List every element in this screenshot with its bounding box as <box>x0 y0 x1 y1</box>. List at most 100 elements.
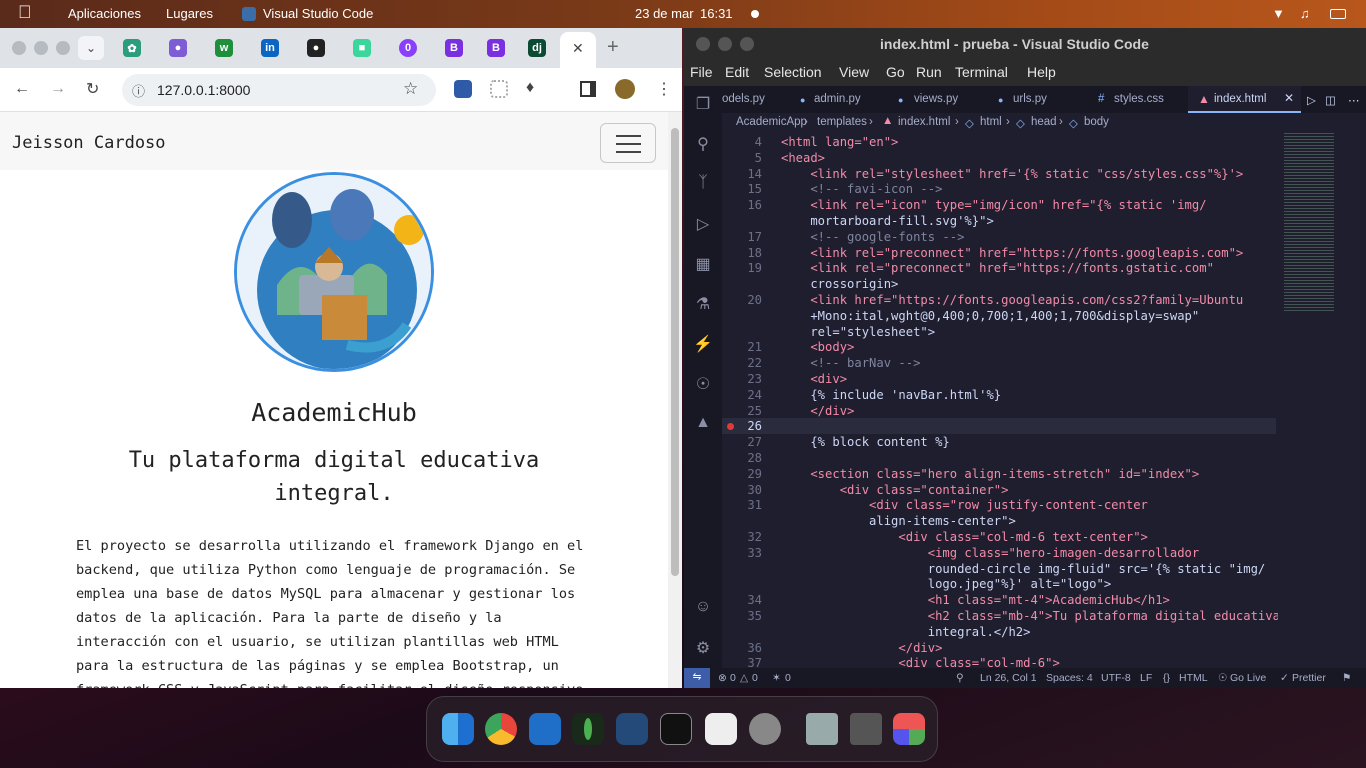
menu-view[interactable]: View <box>839 64 869 80</box>
close-tab-icon[interactable]: ✕ <box>572 40 584 57</box>
navbar-brand[interactable]: Jeisson Cardoso <box>12 133 166 153</box>
code-line[interactable]: <link href="https://fonts.googleapis.com… <box>781 293 1243 307</box>
language-mode[interactable]: HTML <box>1179 672 1208 684</box>
breadcrumb-file[interactable]: index.html <box>898 116 950 128</box>
tab-admin[interactable]: admin.py <box>814 86 861 113</box>
split-editor-icon[interactable]: ◫ <box>1325 86 1336 113</box>
menu-file[interactable]: File <box>690 64 713 80</box>
menu-go[interactable]: Go <box>886 64 905 80</box>
git-graph-icon[interactable]: ☉ <box>693 374 713 394</box>
code-line[interactable]: mortarboard-fill.svg'%}"> <box>781 214 993 228</box>
vscode-close-icon[interactable] <box>696 37 710 51</box>
code-line[interactable]: <html lang="en"> <box>781 135 898 149</box>
dock-mongodb-icon[interactable] <box>572 713 604 745</box>
more-actions-icon[interactable]: ⋯ <box>1348 86 1360 113</box>
tab-b-circle-icon[interactable]: 0 <box>399 39 417 57</box>
tab-bootstrap-icon-2[interactable]: B <box>487 39 505 57</box>
code-line[interactable]: <div class="container"> <box>781 483 1009 497</box>
extensions-puzzle-icon[interactable]: ♦ <box>526 79 534 97</box>
applications-menu[interactable]: Aplicaciones <box>68 6 141 21</box>
go-live-button[interactable]: Go Live <box>1230 672 1266 684</box>
code-line[interactable]: rel="stylesheet"> <box>781 325 935 339</box>
tab-github-icon[interactable]: ● <box>307 39 325 57</box>
apple-icon[interactable]:  <box>18 2 32 23</box>
dock-vscode-icon[interactable] <box>529 713 561 745</box>
more-menu-icon[interactable]: ⋮ <box>656 79 672 99</box>
code-line[interactable]: <div class="col-md-6 text-center"> <box>781 530 1147 544</box>
extensions-icon[interactable]: ▦ <box>693 254 713 274</box>
window-maximize-icon[interactable] <box>56 41 70 55</box>
window-close-icon[interactable] <box>12 41 26 55</box>
extension-2-icon[interactable] <box>490 80 508 98</box>
window-minimize-icon[interactable] <box>34 41 48 55</box>
code-line[interactable]: integral.</h2> <box>781 625 1031 639</box>
thunder-client-icon[interactable]: ⚡ <box>693 334 713 354</box>
notifications-bell-icon[interactable]: ⚑ <box>1342 672 1351 684</box>
run-debug-icon[interactable]: ▷ <box>693 214 713 234</box>
explorer-icon[interactable]: ❐ <box>693 94 713 114</box>
menu-run[interactable]: Run <box>916 64 942 80</box>
code-line[interactable]: {% include 'navBar.html'%} <box>781 388 1001 402</box>
dock-text-editor-icon[interactable] <box>705 713 737 745</box>
ports-icon[interactable]: ✶ <box>772 672 781 684</box>
code-line[interactable]: <h1 class="mt-4">AcademicHub</h1> <box>781 593 1170 607</box>
code-editor[interactable]: 4 <html lang="en"> 5 <head> 14 <link rel="st… <box>722 133 1280 670</box>
tab-app-icon[interactable]: ■ <box>353 39 371 57</box>
navbar-toggler-button[interactable] <box>600 123 656 163</box>
side-panel-icon[interactable] <box>580 81 596 97</box>
forward-icon[interactable]: → <box>50 80 66 98</box>
tab-models[interactable]: odels.py <box>722 86 765 113</box>
vscode-maximize-icon[interactable] <box>740 37 754 51</box>
menu-terminal[interactable]: Terminal <box>955 64 1008 80</box>
breadcrumb-html[interactable]: html <box>980 116 1002 128</box>
volume-icon[interactable]: ♫ <box>1300 6 1310 21</box>
code-line[interactable]: </div> <box>781 404 854 418</box>
tab-active[interactable]: ✕ <box>560 32 596 68</box>
code-line[interactable]: align-items-center"> <box>781 514 1016 528</box>
dock-chrome-icon[interactable] <box>485 713 517 745</box>
battery-icon[interactable] <box>1330 9 1346 19</box>
wifi-icon[interactable]: ▼ <box>1272 6 1285 21</box>
date[interactable]: 23 de mar <box>635 6 694 21</box>
menu-help[interactable]: Help <box>1027 64 1056 80</box>
code-line[interactable]: <link rel="preconnect" href="https://fon… <box>781 261 1214 275</box>
tab-chatgpt-icon[interactable]: ✿ <box>123 39 141 57</box>
manage-gear-icon[interactable]: ⚙ <box>693 638 713 658</box>
new-tab-icon[interactable]: + <box>607 36 619 59</box>
dock-mysql-workbench-icon[interactable] <box>616 713 648 745</box>
run-file-icon[interactable]: ▷ <box>1307 86 1316 113</box>
page-scrollbar[interactable] <box>668 112 682 688</box>
encoding[interactable]: UTF-8 <box>1101 672 1131 684</box>
tab-w-icon[interactable]: w <box>215 39 233 57</box>
code-line[interactable]: <h2 class="mb-4">Tu plataforma digital e… <box>781 609 1280 623</box>
menu-selection[interactable]: Selection <box>764 64 822 80</box>
dock-app-grid-icon[interactable] <box>893 713 925 745</box>
tab-bootstrap-icon[interactable]: B <box>445 39 463 57</box>
search-icon[interactable]: ⚲ <box>693 134 713 154</box>
ports-count[interactable]: 0 <box>785 672 791 684</box>
code-line[interactable]: logo.jpeg"%}' alt="logo"> <box>781 577 1111 591</box>
places-menu[interactable]: Lugares <box>166 6 213 21</box>
extension-icon[interactable] <box>454 80 472 98</box>
tab-search-icon[interactable]: ⌄ <box>78 36 104 60</box>
active-app-name[interactable]: Visual Studio Code <box>263 6 373 21</box>
tab-index-active[interactable]: ▲ index.html ✕ <box>1188 86 1301 113</box>
tab-django-icon[interactable]: dj <box>528 39 546 57</box>
dock-trash-icon[interactable] <box>850 713 882 745</box>
cursor-position[interactable]: Ln 26, Col 1 <box>980 672 1037 684</box>
code-line[interactable]: +Mono:ital,wght@0,400;0,700;1,400;1,700&… <box>781 309 1199 323</box>
error-icon[interactable]: ⊗ <box>718 672 727 684</box>
breadcrumb-folder[interactable]: AcademicApp <box>736 116 807 128</box>
warning-icon[interactable]: △ <box>740 672 748 684</box>
close-editor-icon[interactable]: ✕ <box>1284 91 1294 105</box>
code-line[interactable]: </div> <box>781 641 942 655</box>
source-control-icon[interactable]: ᛉ <box>693 174 713 194</box>
code-line[interactable]: <body> <box>781 340 854 354</box>
testing-icon[interactable]: ⚗ <box>693 294 713 314</box>
code-line[interactable]: {% block content %} <box>781 435 949 449</box>
reload-icon[interactable]: ↻ <box>86 79 99 99</box>
tab-styles[interactable]: styles.css <box>1114 86 1164 113</box>
tab-linkedin-icon[interactable]: in <box>261 39 279 57</box>
accounts-icon[interactable]: ☺ <box>693 598 713 618</box>
url-text[interactable]: 127.0.0.1:8000 <box>157 82 250 98</box>
